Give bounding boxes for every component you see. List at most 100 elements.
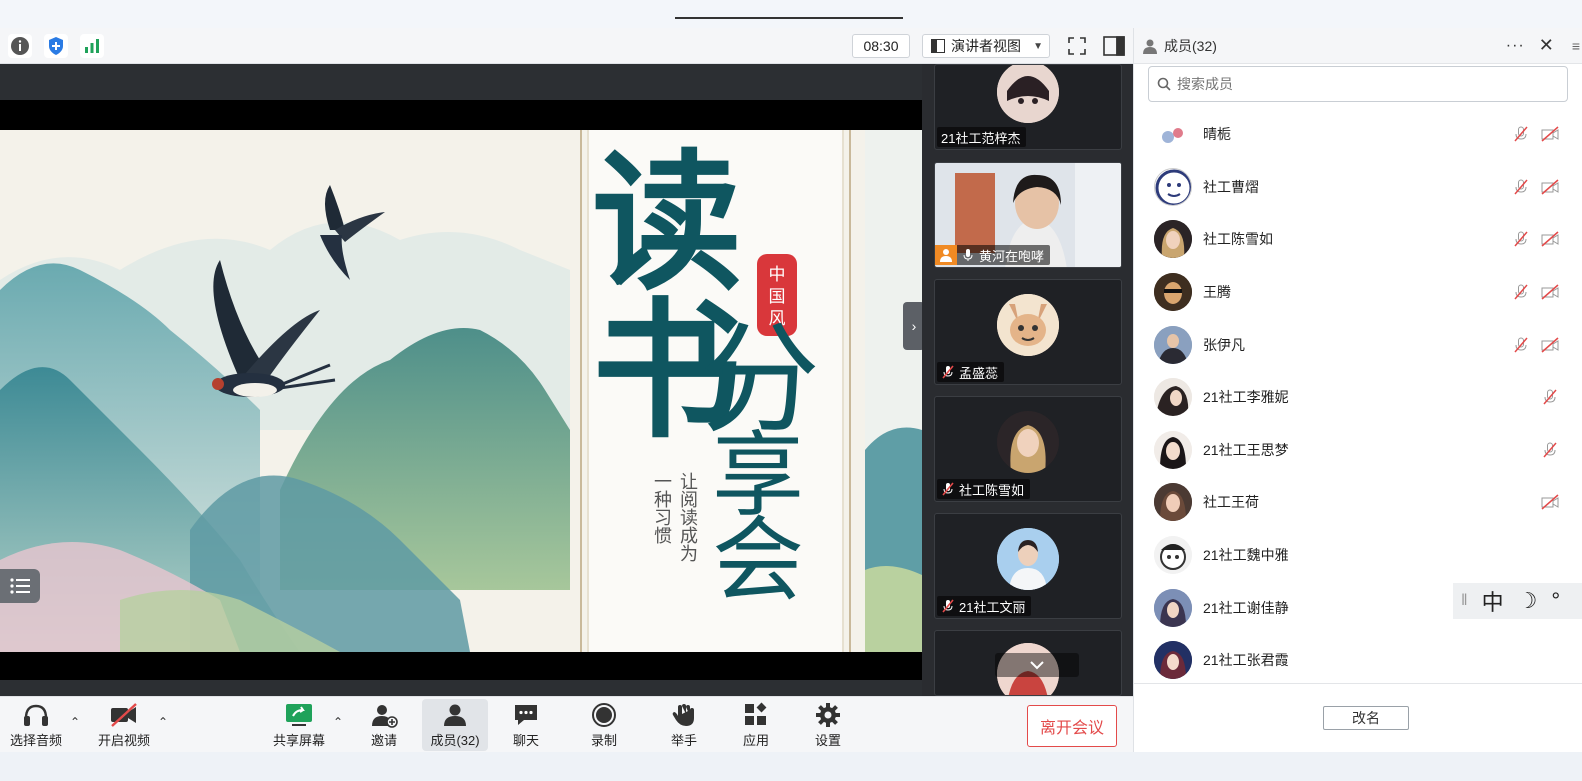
shield-icon[interactable] [44, 34, 68, 58]
list-icon [10, 578, 30, 594]
invite-label: 邀请 [370, 732, 397, 748]
mic-muted-icon[interactable] [1540, 388, 1560, 406]
apps-icon [745, 702, 767, 725]
member-row[interactable]: 21社工王思梦 [1134, 424, 1582, 477]
avatar [1154, 588, 1192, 627]
camera-off-icon[interactable] [1540, 336, 1560, 354]
title-drag-bar[interactable] [675, 17, 903, 19]
drag-handle-icon[interactable]: ‖ [1461, 592, 1468, 610]
chevron-right-icon: › [911, 318, 917, 334]
member-search[interactable] [1148, 66, 1568, 102]
menu-icon[interactable]: ≡ [1572, 38, 1580, 54]
scroll-down-button[interactable] [995, 653, 1079, 677]
members-panel: 成员(32) ··· ✕ ≡ 晴栀 社工曹熠 [1133, 28, 1582, 752]
avatar [1154, 641, 1192, 680]
avatar [1154, 115, 1192, 154]
raise-hand-button[interactable]: 举手 [660, 699, 708, 751]
member-row[interactable]: 王腾 [1134, 266, 1582, 319]
chevron-up-icon[interactable]: ⌃ [333, 715, 343, 729]
member-row[interactable]: 21社工李雅妮 [1134, 371, 1582, 424]
mic-muted-icon[interactable] [1512, 230, 1530, 248]
ime-language-toggle[interactable]: 中 [1482, 585, 1504, 617]
members-button[interactable]: 成员(32) [422, 699, 488, 751]
avatar [1154, 220, 1192, 259]
mic-muted-icon[interactable] [1512, 283, 1530, 301]
invite-button[interactable]: 邀请 [360, 699, 408, 751]
degree-icon[interactable]: ° [1551, 588, 1560, 614]
video-tile[interactable]: 孟盛蕊 [934, 279, 1122, 385]
chat-button[interactable]: 聊天 [502, 699, 550, 751]
video-tile[interactable]: 社工陈雪如 [934, 396, 1122, 502]
member-name: 21社工谢佳静 [1203, 599, 1289, 616]
member-name: 21社工张君霞 [1203, 652, 1289, 669]
member-row[interactable]: 晴栀 [1134, 108, 1582, 161]
camera-off-icon[interactable] [1540, 493, 1560, 511]
video-tile[interactable]: 黄河在咆哮 [934, 162, 1122, 268]
close-icon[interactable]: ✕ [1539, 35, 1554, 56]
slide-subtitle-1: 让阅读成为 [678, 472, 698, 562]
member-name: 社工王荷 [1203, 494, 1259, 511]
chat-label: 聊天 [512, 732, 539, 748]
add-user-icon [372, 704, 398, 728]
video-tile[interactable]: 21社工范梓杰 [934, 64, 1122, 150]
settings-button[interactable]: 设置 [804, 699, 852, 751]
mic-muted-icon[interactable] [1512, 178, 1530, 196]
rename-button[interactable]: 改名 [1323, 706, 1409, 730]
members-label: 成员(32) [430, 732, 480, 748]
chevron-up-icon[interactable]: ⌃ [158, 715, 168, 729]
avatar [1154, 536, 1192, 575]
more-options-icon[interactable]: ··· [1506, 37, 1525, 55]
member-row[interactable]: 社工王荷 [1134, 476, 1582, 529]
raise-hand-label: 举手 [670, 732, 697, 748]
mic-muted-icon[interactable] [1512, 125, 1530, 143]
share-screen-button[interactable]: 共享屏幕 [270, 699, 328, 751]
camera-off-icon[interactable] [1540, 125, 1560, 143]
divider [1134, 683, 1582, 684]
record-button[interactable]: 录制 [580, 699, 628, 751]
share-screen-icon [286, 703, 312, 726]
mic-muted-icon[interactable] [1512, 336, 1530, 354]
search-input[interactable] [1177, 76, 1537, 92]
fullscreen-icon[interactable] [1065, 34, 1089, 58]
camera-off-icon[interactable] [1540, 230, 1560, 248]
member-row[interactable]: 21社工魏中雅 [1134, 529, 1582, 582]
headphones-icon [24, 704, 48, 726]
view-mode-select[interactable]: 演讲者视图 ▼ [922, 34, 1050, 58]
record-label: 录制 [590, 732, 617, 748]
member-row[interactable]: 21社工张君霞 [1134, 634, 1582, 687]
gear-icon [816, 702, 840, 727]
chat-icon [515, 704, 537, 725]
select-audio-button[interactable]: 选择音频 [6, 699, 66, 751]
video-strip: 21社工范梓杰 黄河在咆哮 孟盛蕊 社工陈雪如 21社工文丽 [922, 64, 1133, 696]
apps-button[interactable]: 应用 [732, 699, 780, 751]
camera-off-icon[interactable] [1540, 178, 1560, 196]
mic-icon [963, 249, 973, 261]
member-name: 21社工李雅妮 [1203, 389, 1289, 406]
video-tile[interactable] [934, 630, 1122, 696]
video-tile[interactable]: 21社工文丽 [934, 513, 1122, 619]
hand-icon [672, 703, 694, 726]
member-row[interactable]: 社工陈雪如 [1134, 213, 1582, 266]
sidebar-toggle-icon[interactable] [1102, 34, 1126, 58]
member-row[interactable]: 社工曹熠 [1134, 161, 1582, 214]
ime-toolbar[interactable]: ‖ 中 ☽ ° [1453, 583, 1582, 619]
slide-list-button[interactable] [0, 569, 40, 603]
seal-stamp: 中 国 风 [765, 264, 789, 330]
tile-name-text: 21社工范梓杰 [941, 130, 1021, 146]
settings-label: 设置 [814, 732, 841, 748]
share-screen-label: 共享屏幕 [272, 732, 325, 748]
signal-icon[interactable] [80, 34, 104, 58]
mic-muted-icon[interactable] [1540, 441, 1560, 459]
chevron-down-icon [1030, 661, 1044, 670]
info-icon[interactable] [8, 34, 32, 58]
member-name: 21社工魏中雅 [1203, 547, 1289, 564]
person-icon [935, 245, 957, 265]
camera-off-icon[interactable] [1540, 283, 1560, 301]
member-row[interactable]: 张伊凡 [1134, 318, 1582, 371]
chevron-up-icon[interactable]: ⌃ [70, 715, 80, 729]
avatar [997, 528, 1059, 590]
member-name: 社工陈雪如 [1203, 231, 1273, 248]
start-video-button[interactable]: 开启视频 [94, 699, 154, 751]
leave-meeting-button[interactable]: 离开会议 [1027, 705, 1117, 747]
moon-icon[interactable]: ☽ [1518, 588, 1538, 614]
